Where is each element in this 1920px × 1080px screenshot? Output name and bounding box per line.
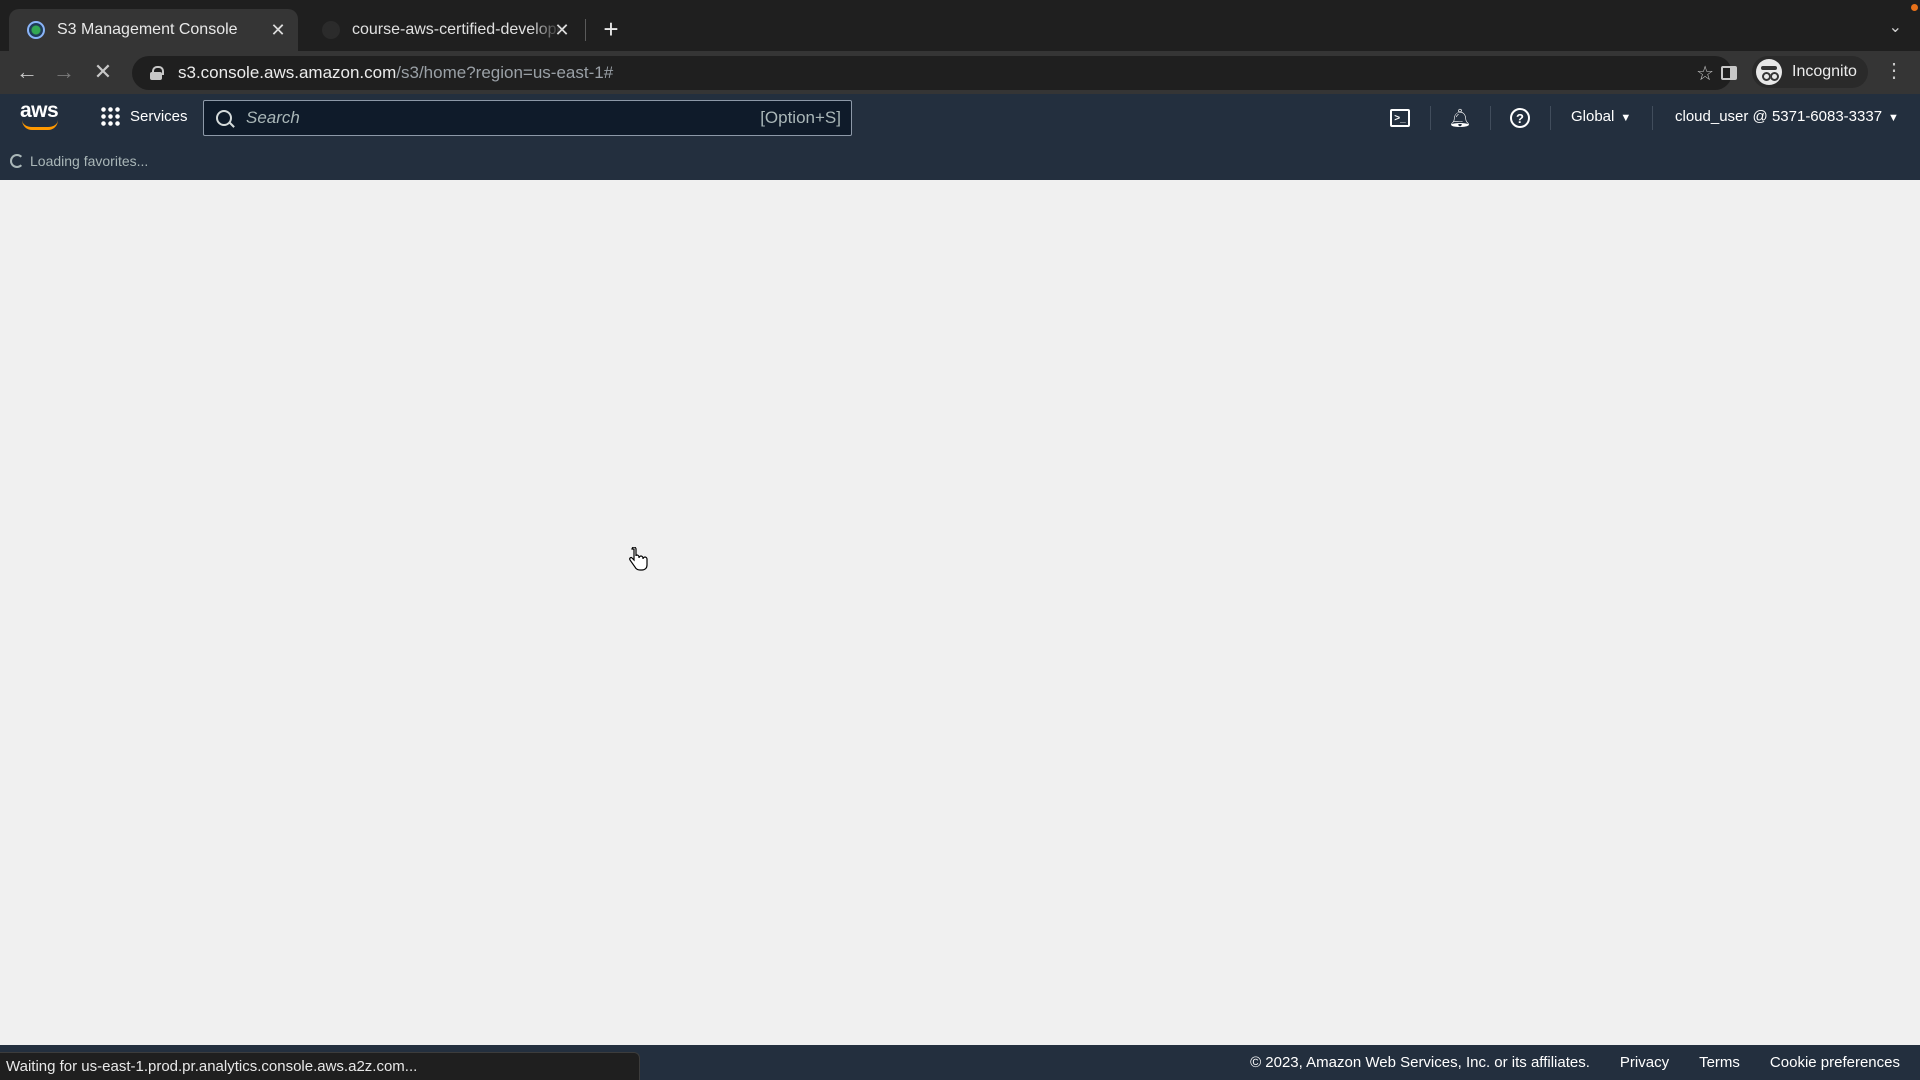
incognito-profile-button[interactable]: Incognito (1752, 56, 1868, 88)
aws-top-navigation: aws Services Search [Option+S] >_ 🔔︎ ? G… (0, 94, 1920, 142)
caret-down-icon: ▼ (1620, 112, 1632, 124)
search-input[interactable]: Search [Option+S] (203, 100, 852, 136)
terms-link[interactable]: Terms (1699, 1054, 1740, 1071)
browser-toolbar: ← → ✕ s3.console.aws.amazon.com/s3/home?… (0, 51, 1920, 94)
url-host: s3.console.aws.amazon.com (178, 63, 397, 82)
search-icon (216, 110, 232, 126)
account-label: cloud_user @ 5371-6083-3337 (1675, 108, 1883, 125)
cookie-preferences-link[interactable]: Cookie preferences (1770, 1054, 1900, 1071)
tab-s3-console[interactable]: S3 Management Console ✕ (9, 9, 298, 51)
tab-title: course-aws-certified-developer (352, 21, 562, 38)
star-icon[interactable]: ☆ (1696, 61, 1714, 86)
chevron-down-icon[interactable]: ⌄ (1889, 17, 1902, 37)
more-menu-icon[interactable]: ⋮ (1884, 58, 1904, 83)
privacy-link[interactable]: Privacy (1620, 1054, 1669, 1071)
incognito-icon (1756, 59, 1782, 85)
browser-tab-strip: S3 Management Console ✕ course-aws-certi… (0, 0, 1920, 51)
nav-divider (1652, 106, 1653, 130)
close-icon[interactable]: ✕ (550, 18, 574, 42)
url-path: /s3/home?region=us-east-1# (396, 63, 614, 82)
footer-links: © 2023, Amazon Web Services, Inc. or its… (1250, 1054, 1900, 1071)
lock-icon (150, 66, 164, 80)
account-menu[interactable]: cloud_user @ 5371-6083-3337 ▼ (1675, 108, 1899, 125)
cloudshell-icon: >_ (1390, 109, 1410, 127)
aws-favicon-icon (27, 21, 45, 39)
aws-logo-text: aws (20, 99, 59, 122)
grid-icon (100, 106, 120, 126)
tab-title: S3 Management Console (57, 21, 238, 38)
cloudshell-button[interactable]: >_ (1388, 106, 1412, 130)
recording-indicator (1911, 4, 1918, 11)
close-icon[interactable]: ✕ (266, 18, 290, 42)
favorites-bar: Loading favorites... (0, 142, 1920, 180)
region-label: Global (1571, 108, 1615, 125)
caret-down-icon: ▼ (1888, 112, 1899, 124)
nav-divider (1430, 106, 1431, 130)
search-placeholder: Search (246, 108, 300, 127)
region-selector[interactable]: Global ▼ (1571, 108, 1631, 125)
search-shortcut: [Option+S] (760, 108, 841, 127)
hand-cursor-icon (629, 547, 648, 571)
forward-arrow-icon[interactable]: → (49, 57, 79, 87)
spinner-icon (10, 154, 24, 168)
help-icon: ? (1510, 108, 1530, 128)
new-tab-button[interactable]: + (596, 14, 626, 44)
tab-divider (585, 19, 586, 41)
services-label: Services (130, 107, 188, 125)
back-arrow-icon[interactable]: ← (12, 57, 42, 87)
nav-divider (1490, 106, 1491, 130)
help-button[interactable]: ? (1508, 106, 1532, 130)
browser-status-bubble: Waiting for us-east-1.prod.pr.analytics.… (0, 1052, 640, 1080)
bell-icon[interactable]: 🔔︎ (1448, 106, 1472, 130)
side-panel-icon[interactable] (1721, 66, 1737, 80)
stop-loading-icon[interactable]: ✕ (88, 57, 118, 87)
aws-smile-icon (22, 120, 58, 130)
page-favicon-icon (322, 21, 340, 39)
aws-logo[interactable]: aws (20, 100, 62, 132)
address-bar[interactable]: s3.console.aws.amazon.com/s3/home?region… (132, 56, 1732, 90)
favorites-loading-text: Loading favorites... (30, 153, 149, 169)
tab-course[interactable]: course-aws-certified-developer ✕ (304, 9, 582, 51)
copyright-text: © 2023, Amazon Web Services, Inc. or its… (1250, 1054, 1590, 1071)
profile-label: Incognito (1792, 63, 1857, 80)
services-menu-button[interactable]: Services (100, 106, 188, 126)
nav-divider (1550, 106, 1551, 130)
main-content (0, 180, 1920, 1045)
